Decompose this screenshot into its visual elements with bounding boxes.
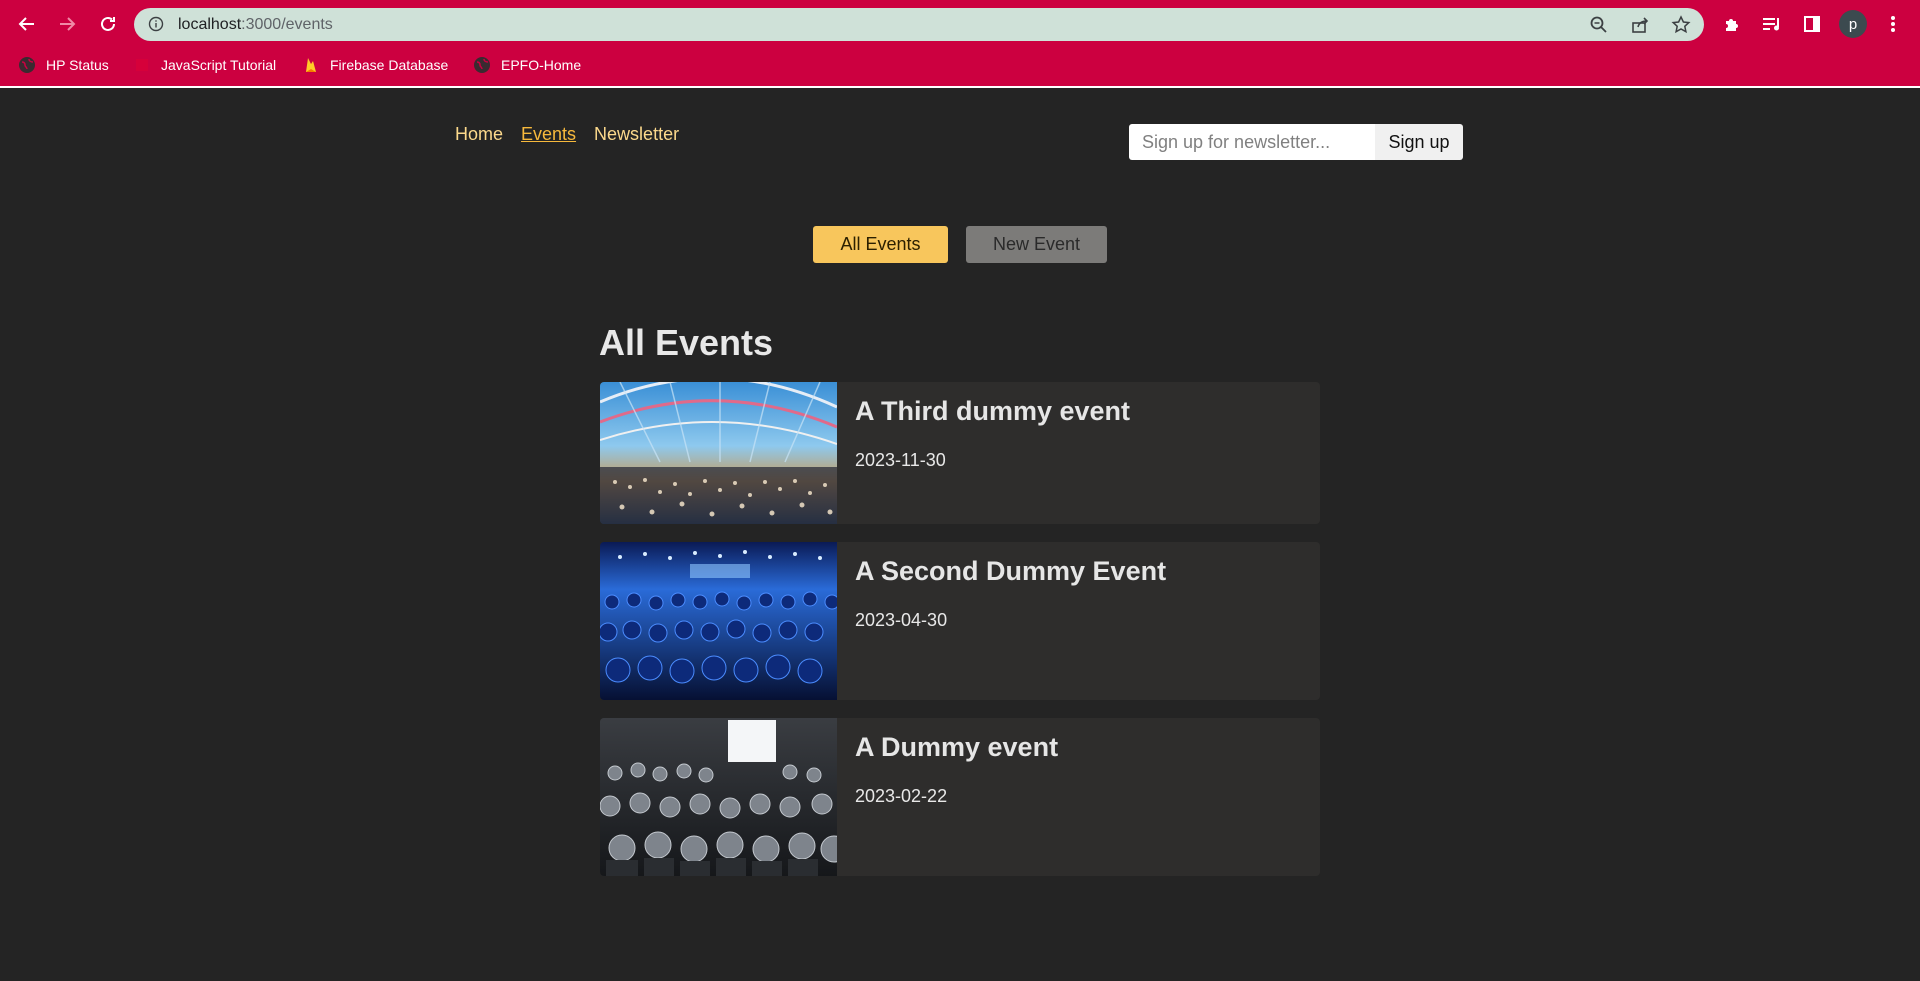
page-title: All Events <box>599 322 774 363</box>
bookmark-firebase-database[interactable]: Firebase Database <box>302 53 448 77</box>
nav-link-events[interactable]: Events <box>521 124 576 145</box>
bookmark-label: EPFO-Home <box>501 57 582 73</box>
nav-link-newsletter[interactable]: Newsletter <box>594 124 679 145</box>
zoom-icon[interactable] <box>1589 15 1609 35</box>
bookmark-javascript-tutorial[interactable]: JavaScript Tutorial <box>133 53 276 77</box>
reload-button[interactable] <box>94 10 122 38</box>
event-date: 2023-11-30 <box>855 450 946 470</box>
back-button[interactable] <box>13 10 41 38</box>
menu-kebab-icon[interactable] <box>1881 12 1905 36</box>
bookmark-label: Firebase Database <box>330 57 449 73</box>
bookmark-label: HP Status <box>46 57 109 73</box>
bookmark-epfo-home[interactable]: EPFO-Home <box>473 53 581 77</box>
event-title: A Third dummy event <box>855 396 1131 426</box>
browser-chrome: localhost:3000/events p HP Status JavaSc… <box>0 0 1920 86</box>
js-icon <box>136 59 148 71</box>
forward-arrow-icon <box>60 17 76 31</box>
event-date: 2023-04-30 <box>855 610 948 630</box>
address-bar[interactable]: localhost:3000/events <box>134 8 1704 41</box>
url-host: localhost <box>178 16 242 33</box>
url-text: localhost:3000/events <box>178 16 333 34</box>
bookmark-hp-status[interactable]: HP Status <box>18 53 109 77</box>
bookmark-label: JavaScript Tutorial <box>161 57 277 73</box>
bookmarks-bar: HP Status JavaScript Tutorial Firebase D… <box>0 53 1920 77</box>
side-panel-icon[interactable] <box>1800 12 1824 36</box>
firebase-icon <box>306 58 316 72</box>
extensions-puzzle-icon[interactable] <box>1720 12 1744 36</box>
event-card[interactable]: A Second Dummy Event 2023-04-30 <box>600 542 1320 700</box>
globe-icon <box>474 57 490 73</box>
forward-button[interactable] <box>53 10 81 38</box>
bookmark-star-icon[interactable] <box>1671 15 1691 35</box>
site-info-icon[interactable] <box>148 16 164 37</box>
reading-list-icon[interactable] <box>1760 12 1784 36</box>
share-icon[interactable] <box>1630 15 1650 35</box>
main-navigation: Home Events Newsletter <box>455 124 679 145</box>
url-path: :3000/events <box>241 16 333 33</box>
profile-avatar[interactable]: p <box>1839 10 1867 38</box>
chrome-divider <box>0 86 1920 88</box>
conference-hall-photo <box>600 382 837 524</box>
event-title: A Second Dummy Event <box>855 556 1167 586</box>
blue-audience-photo <box>600 542 837 700</box>
newsletter-email-input[interactable] <box>1129 124 1375 160</box>
back-arrow-icon <box>18 17 34 31</box>
event-card[interactable]: A Third dummy event 2023-11-30 <box>600 382 1320 524</box>
event-card[interactable]: A Dummy event 2023-02-22 <box>600 718 1320 876</box>
globe-icon <box>19 57 35 73</box>
newsletter-signup-button[interactable]: Sign up <box>1375 124 1463 160</box>
new-event-button[interactable]: New Event <box>966 226 1107 263</box>
event-date: 2023-02-22 <box>855 786 948 806</box>
reload-icon <box>101 16 115 31</box>
grayscale-audience-photo <box>600 718 837 876</box>
newsletter-signup-form: Sign up <box>1129 124 1463 160</box>
event-title: A Dummy event <box>855 732 1059 762</box>
all-events-button[interactable]: All Events <box>813 226 948 263</box>
nav-link-home[interactable]: Home <box>455 124 503 145</box>
